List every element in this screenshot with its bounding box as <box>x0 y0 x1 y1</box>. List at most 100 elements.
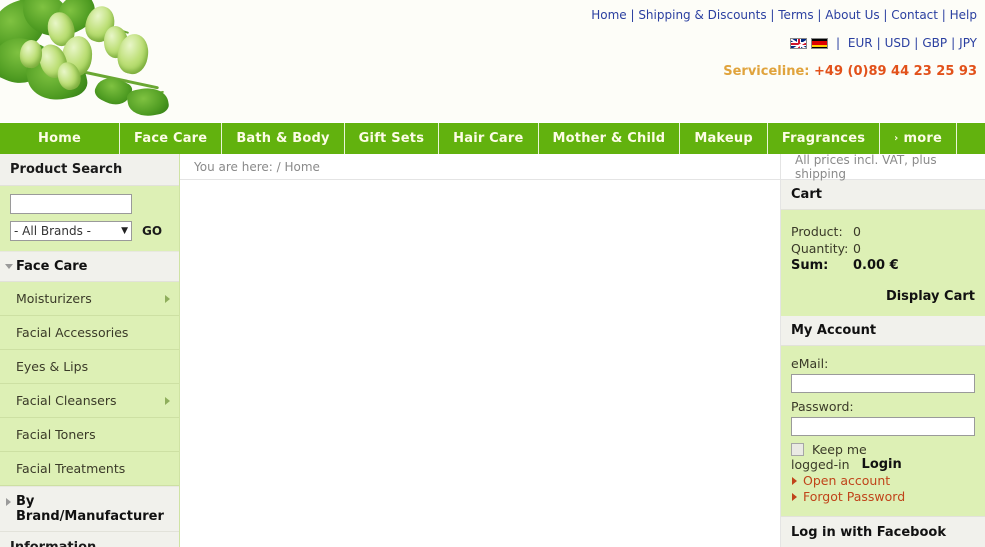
sidebar-item-facial-accessories[interactable]: Facial Accessories <box>0 316 179 350</box>
sidebar-item-eyes-lips[interactable]: Eyes & Lips <box>0 350 179 384</box>
open-account-link[interactable]: Open account <box>791 473 975 488</box>
nav-item-face-care[interactable]: Face Care <box>120 123 223 154</box>
utility-link-home[interactable]: Home <box>591 8 626 22</box>
email-label: eMail: <box>791 356 829 371</box>
nav-item-home[interactable]: Home <box>0 123 121 154</box>
breadcrumb: You are here: / Home <box>194 159 320 174</box>
nav-label: more <box>903 131 942 146</box>
cart-product-value: 0 <box>853 224 861 239</box>
language-currency-bar: | EUR | USD | GBP | JPY <box>790 36 977 50</box>
nav-filler <box>957 123 985 154</box>
currency-gbp[interactable]: GBP <box>922 36 947 50</box>
forgot-password-link[interactable]: Forgot Password <box>791 489 975 504</box>
triangle-right-icon <box>6 498 11 506</box>
nav-item-fragrances[interactable]: Fragrances <box>768 123 881 154</box>
sidebar-section-label: Face Care <box>16 259 88 274</box>
email-field[interactable] <box>791 374 975 393</box>
nav-item-hair-care[interactable]: Hair Care <box>439 123 539 154</box>
nav-label: Fragrances <box>781 131 866 146</box>
brand-select[interactable]: - All Brands - ▼ <box>10 221 132 241</box>
utility-link-about[interactable]: About Us <box>825 8 879 22</box>
currency-eur[interactable]: EUR <box>848 36 873 50</box>
nav-item-gift-sets[interactable]: Gift Sets <box>345 123 440 154</box>
product-search-title: Product Search <box>0 154 179 186</box>
site-header: Home | Shipping & Discounts | Terms | Ab… <box>0 0 985 122</box>
sidebar-section-face-care[interactable]: Face Care <box>0 251 179 282</box>
keep-logged-in-checkbox[interactable] <box>791 443 804 456</box>
login-panel: eMail: Password: Keep me logged-in Login… <box>781 346 985 516</box>
nav-label: Gift Sets <box>358 131 425 146</box>
password-field[interactable] <box>791 417 975 436</box>
cart-title: Cart <box>781 180 985 210</box>
main-navigation: Home Face Care Bath & Body Gift Sets Hai… <box>0 122 985 154</box>
nav-label: Home <box>38 131 81 146</box>
utility-link-contact[interactable]: Contact <box>891 8 938 22</box>
link-separator: | <box>914 36 919 50</box>
nav-label: Bath & Body <box>236 131 330 146</box>
login-button[interactable]: Login <box>862 457 902 472</box>
chevron-right-icon <box>165 397 170 405</box>
hops-plant-illustration <box>0 0 260 122</box>
nav-item-mother-child[interactable]: Mother & Child <box>539 123 681 154</box>
chevron-right-icon: › <box>894 133 899 144</box>
price-note: All prices incl. VAT, plus shipping <box>795 152 937 181</box>
product-search-form: - All Brands - ▼ GO <box>0 186 179 251</box>
page-body: Product Search - All Brands - ▼ GO Face … <box>0 152 985 547</box>
sidebar-item-label: Facial Cleansers <box>16 393 117 408</box>
link-separator: | <box>626 8 639 22</box>
nav-label: Hair Care <box>453 131 524 146</box>
breadcrumb-bar: You are here: / Home <box>180 154 780 180</box>
content-area <box>180 180 780 547</box>
search-go-button[interactable]: GO <box>142 224 162 238</box>
my-account-title: My Account <box>781 316 985 346</box>
right-sidebar: All prices incl. VAT, plus shipping Cart… <box>780 152 985 547</box>
link-separator: | <box>813 8 826 22</box>
serviceline-label: Serviceline: <box>723 64 810 79</box>
link-separator: | <box>832 36 844 50</box>
flag-uk-icon[interactable] <box>790 37 808 49</box>
price-note-bar: All prices incl. VAT, plus shipping <box>781 152 985 181</box>
triangle-down-icon <box>5 264 13 269</box>
sidebar-item-facial-treatments[interactable]: Facial Treatments <box>0 452 179 486</box>
flag-de-icon[interactable] <box>811 37 829 49</box>
search-input[interactable] <box>10 194 132 214</box>
sidebar-section-by-brand[interactable]: By Brand/Manufacturer <box>0 486 179 532</box>
nav-label: Makeup <box>694 131 753 146</box>
chevron-right-icon <box>792 493 797 501</box>
sidebar-item-moisturizers[interactable]: Moisturizers <box>0 282 179 316</box>
serviceline-number: +49 (0)89 44 23 25 93 <box>814 64 977 79</box>
facebook-login-title[interactable]: Log in with Facebook <box>781 516 985 547</box>
sidebar-section-information[interactable]: Information <box>0 532 179 547</box>
sidebar-item-label: Facial Toners <box>16 427 96 442</box>
utility-link-help[interactable]: Help <box>950 8 977 22</box>
cart-panel: Product: 0 Quantity: 0 Sum: 0.00 € Displ… <box>781 210 985 316</box>
nav-item-makeup[interactable]: Makeup <box>680 123 768 154</box>
link-separator: | <box>876 36 881 50</box>
cart-sum-value: 0.00 € <box>853 258 899 273</box>
display-cart-button[interactable]: Display Cart <box>791 289 975 304</box>
chevron-down-icon: ▼ <box>121 226 128 236</box>
nav-item-bath-body[interactable]: Bath & Body <box>222 123 345 154</box>
utility-link-shipping[interactable]: Shipping & Discounts <box>638 8 766 22</box>
currency-usd[interactable]: USD <box>885 36 911 50</box>
sidebar-item-facial-toners[interactable]: Facial Toners <box>0 418 179 452</box>
open-account-label: Open account <box>803 473 891 488</box>
forgot-password-label: Forgot Password <box>803 489 906 504</box>
keep-logged-in-label-line1: Keep me <box>812 442 867 457</box>
nav-item-more[interactable]: › more <box>880 123 957 154</box>
link-separator: | <box>951 36 956 50</box>
utility-link-terms[interactable]: Terms <box>778 8 813 22</box>
nav-label: Mother & Child <box>552 131 666 146</box>
brand-select-value: - All Brands - <box>14 224 91 238</box>
sidebar-item-label: Facial Treatments <box>16 461 126 476</box>
currency-jpy[interactable]: JPY <box>959 36 977 50</box>
keep-logged-in-label-line2: logged-in <box>791 457 850 472</box>
utility-links: Home | Shipping & Discounts | Terms | Ab… <box>591 8 977 22</box>
keep-logged-in-row: Keep me <box>791 442 975 457</box>
sidebar-item-facial-cleansers[interactable]: Facial Cleansers <box>0 384 179 418</box>
sidebar-section-label: By Brand/Manufacturer <box>16 494 164 524</box>
search-controls-row: - All Brands - ▼ GO <box>10 221 169 241</box>
cart-quantity-label: Quantity: <box>791 241 849 256</box>
cart-quantity-row: Quantity: 0 <box>791 241 975 256</box>
page-root: Home | Shipping & Discounts | Terms | Ab… <box>0 0 985 547</box>
